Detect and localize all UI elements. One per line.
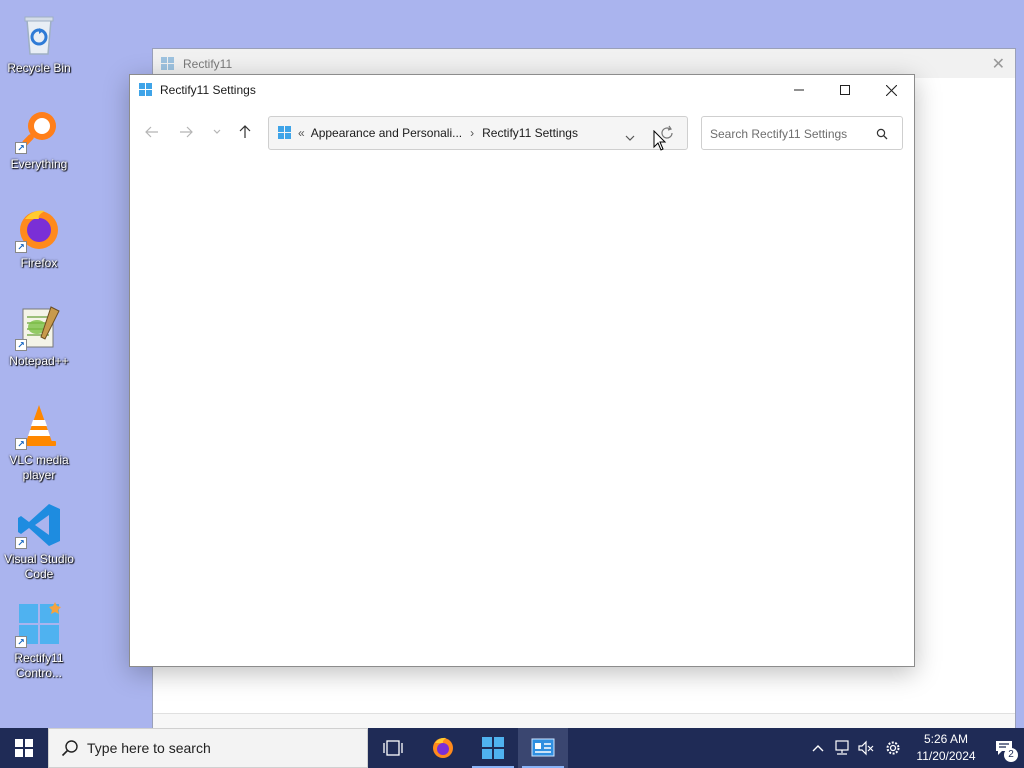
firefox-icon — [433, 737, 453, 758]
vscode-label: Visual Studio Code — [4, 552, 74, 581]
task-view-icon — [383, 740, 403, 756]
window-titlebar[interactable]: Rectify11 Settings — [130, 75, 914, 105]
clock-date: 11/20/2024 — [916, 749, 976, 763]
maximize-button[interactable] — [822, 75, 868, 105]
everything-label: Everything — [10, 157, 68, 171]
arrow-left-icon — [145, 126, 158, 138]
vlc-icon: ↗ — [15, 402, 63, 450]
chevron-down-icon — [625, 135, 635, 141]
rectify11-control-label: Rectify11 Contro... — [14, 651, 64, 680]
address-bar[interactable]: « Appearance and Personali... › Rectify1… — [268, 116, 688, 151]
maximize-icon — [840, 85, 850, 95]
gear-icon — [886, 741, 900, 755]
back-button[interactable] — [141, 121, 163, 143]
desktop-icon-firefox[interactable]: ↗ Firefox — [2, 205, 76, 271]
close-button[interactable] — [868, 75, 914, 105]
system-tray: 5:26 AM 11/20/2024 2 — [806, 728, 1024, 768]
rectify11-settings-window[interactable]: Rectify11 Settings « Appearance and Pers… — [129, 74, 915, 667]
desktop-icon-vlc[interactable]: ↗ VLC media player — [2, 402, 76, 483]
vscode-icon: ↗ — [15, 501, 63, 549]
notepadpp-icon: ↗ — [15, 303, 63, 351]
notification-center-button[interactable]: 2 — [984, 728, 1024, 768]
show-hidden-icons-button[interactable] — [806, 728, 830, 768]
back-window-title: Rectify11 — [183, 56, 233, 71]
recycle-bin-icon — [15, 10, 63, 58]
shortcut-arrow-icon: ↗ — [15, 339, 27, 351]
volume-muted-icon — [858, 740, 874, 756]
network-button[interactable] — [830, 728, 854, 768]
up-button[interactable] — [234, 121, 256, 143]
breadcrumb-item-rectify11-settings[interactable]: Rectify11 Settings — [482, 126, 578, 140]
firefox-label: Firefox — [20, 256, 58, 270]
chevron-up-icon — [812, 745, 824, 752]
search-placeholder: Search Rectify11 Settings — [710, 127, 848, 141]
notification-count-badge: 2 — [1004, 748, 1018, 762]
minimize-icon — [794, 89, 804, 91]
network-icon — [835, 740, 849, 755]
address-dropdown-button[interactable] — [625, 129, 635, 147]
recent-locations-button[interactable] — [206, 121, 228, 143]
start-button[interactable] — [0, 728, 48, 768]
taskbar-search-placeholder: Type here to search — [87, 740, 211, 756]
everything-icon: ↗ — [15, 106, 63, 154]
forward-button[interactable] — [175, 121, 197, 143]
minimize-button[interactable] — [776, 75, 822, 105]
search-icon — [61, 740, 78, 757]
breadcrumb-overflow[interactable]: « — [298, 126, 305, 140]
breadcrumb-item-appearance[interactable]: Appearance and Personali... — [311, 126, 462, 140]
mouse-cursor-icon — [653, 130, 667, 151]
chevron-down-icon — [213, 129, 221, 134]
notepadpp-label: Notepad++ — [9, 354, 69, 368]
rectify11-settings-app-icon — [139, 83, 152, 96]
taskbar-control-panel-button[interactable] — [518, 728, 568, 768]
control-panel-icon — [531, 738, 555, 757]
search-icon[interactable] — [876, 128, 888, 140]
rectify11-app-icon — [482, 737, 504, 759]
shortcut-arrow-icon: ↗ — [15, 537, 27, 549]
content-area — [130, 159, 914, 666]
taskbar-rectify11-button[interactable] — [468, 728, 518, 768]
taskbar-firefox-button[interactable] — [418, 728, 468, 768]
shortcut-arrow-icon: ↗ — [15, 241, 27, 253]
desktop-icon-rectify11-control[interactable]: ↗ Rectify11 Contro... — [2, 600, 76, 681]
rectify11-location-icon — [278, 126, 291, 139]
recycle-bin-label: Recycle Bin — [7, 61, 71, 75]
close-icon — [885, 84, 897, 96]
desktop-icon-notepadpp[interactable]: ↗ Notepad++ — [2, 303, 76, 369]
rectify11-control-icon: ↗ — [15, 600, 63, 648]
vlc-label: VLC media player — [9, 453, 69, 482]
arrow-right-icon — [180, 126, 193, 138]
search-box[interactable]: Search Rectify11 Settings — [701, 116, 903, 150]
desktop-icon-recycle-bin[interactable]: Recycle Bin — [2, 10, 76, 76]
window-title: Rectify11 Settings — [160, 83, 256, 97]
taskbar-search-box[interactable]: Type here to search — [48, 728, 368, 768]
task-view-button[interactable] — [368, 728, 418, 768]
volume-button[interactable] — [854, 728, 878, 768]
windows-logo-icon — [15, 739, 33, 757]
rectify11-app-icon — [161, 56, 174, 70]
back-window-close-icon[interactable]: ✕ — [992, 54, 1005, 74]
breadcrumb-separator[interactable]: › — [470, 126, 474, 140]
clock[interactable]: 5:26 AM 11/20/2024 — [908, 731, 984, 765]
shortcut-arrow-icon: ↗ — [15, 438, 27, 450]
taskbar: Type here to search 5:26 AM 11/20/2024 2 — [0, 728, 1024, 768]
clock-time: 5:26 AM — [923, 732, 969, 746]
firefox-icon: ↗ — [15, 205, 63, 253]
shortcut-arrow-icon: ↗ — [15, 636, 27, 648]
desktop-icon-everything[interactable]: ↗ Everything — [2, 106, 76, 172]
arrow-up-icon — [239, 125, 251, 138]
settings-button[interactable] — [878, 728, 908, 768]
desktop-icon-vscode[interactable]: ↗ Visual Studio Code — [2, 501, 76, 582]
shortcut-arrow-icon: ↗ — [15, 142, 27, 154]
